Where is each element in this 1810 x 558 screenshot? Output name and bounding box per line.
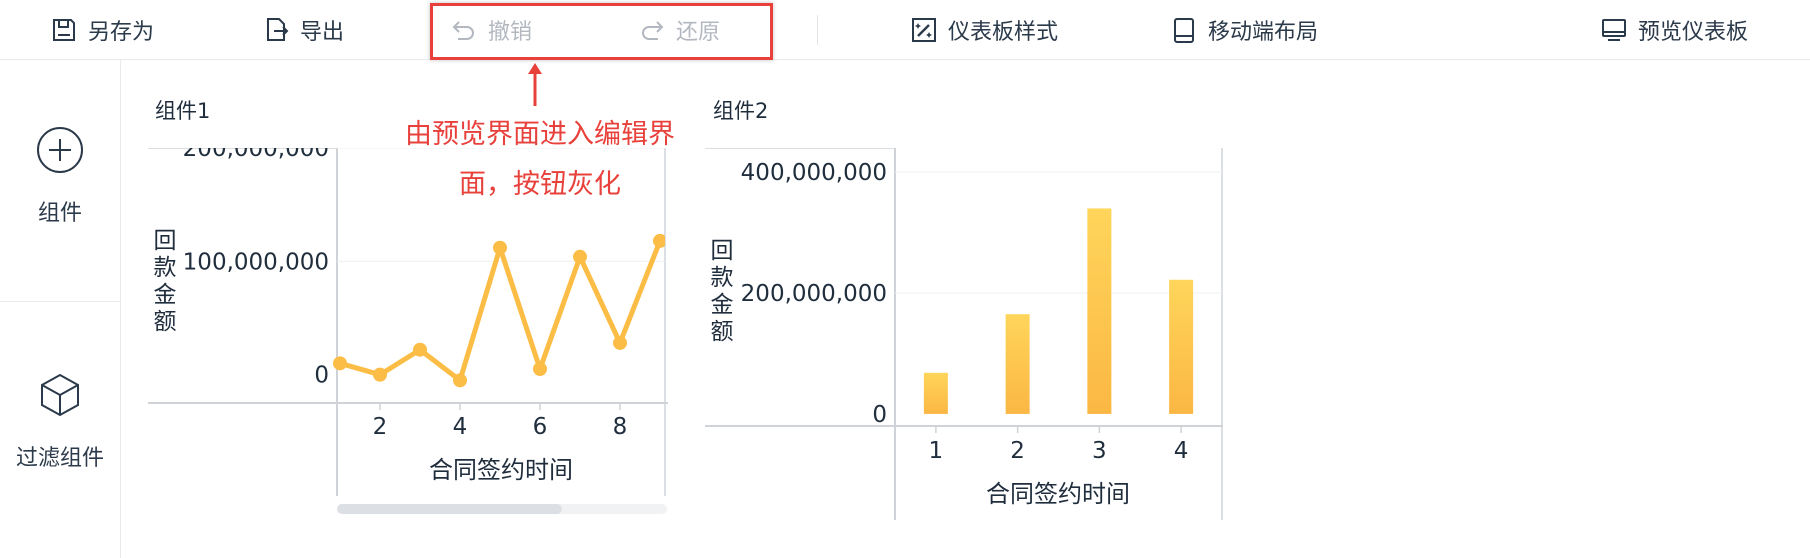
- filter-components-button[interactable]: 过滤组件: [0, 372, 120, 472]
- bar-chart-svg: 0 200,000,000 400,000,000 1 2 3 4 合同签约时间: [705, 147, 1223, 520]
- tablet-icon: [1174, 18, 1194, 43]
- export-icon: [267, 18, 289, 41]
- x-tick-label: 6: [533, 414, 548, 440]
- annotation-highlight-box: [430, 3, 773, 60]
- y-tick-label: 100,000,000: [183, 249, 329, 275]
- save-as-label: 另存为: [88, 20, 155, 45]
- x-tick-label: 4: [1174, 438, 1189, 464]
- y-tick-label: 400,000,000: [741, 160, 887, 186]
- save-icon: [53, 19, 75, 41]
- line-point[interactable]: [573, 249, 587, 264]
- x-tick-label: 2: [1010, 438, 1025, 464]
- line-point[interactable]: [413, 342, 427, 357]
- components-button[interactable]: 组件: [0, 125, 120, 227]
- x-tick-label: 4: [453, 414, 468, 440]
- magic-wand-icon: [912, 18, 936, 42]
- y-axis-label: 回款金额: [708, 238, 736, 346]
- x-axis-label: 合同签约时间: [429, 456, 573, 484]
- line-point[interactable]: [493, 240, 507, 255]
- bar[interactable]: [1169, 279, 1194, 414]
- line-point[interactable]: [333, 356, 347, 371]
- horizontal-scrollbar-thumb[interactable]: [337, 504, 562, 514]
- line-point[interactable]: [453, 373, 467, 388]
- y-tick-label: 0: [314, 363, 329, 389]
- bar[interactable]: [1087, 208, 1112, 414]
- cube-icon: [41, 373, 79, 417]
- export-label: 导出: [300, 20, 345, 45]
- line-chart-svg: 0 100,000,000 200,000,000 2 4 6 8 合同签约时间: [148, 136, 668, 514]
- y-tick-label: 0: [872, 402, 887, 428]
- y-tick-label: 200,000,000: [741, 281, 887, 307]
- x-tick-label: 1: [929, 438, 944, 464]
- mobile-layout-label: 移动端布局: [1208, 20, 1319, 45]
- left-panel-divider: [0, 301, 120, 302]
- annotation-arrow: [528, 63, 542, 106]
- line-point[interactable]: [653, 233, 667, 248]
- x-axis-label: 合同签约时间: [986, 480, 1130, 508]
- line-series: [339, 240, 663, 383]
- filter-components-label: 过滤组件: [15, 446, 104, 471]
- plus-circle-icon: [37, 127, 83, 173]
- toolbar: 另存为 导出 撤销 还原 仪表板样式 移动端布局 预览仪表板: [0, 0, 1810, 60]
- toolbar-separator: [817, 15, 818, 45]
- y-axis-label-text: 回款金额: [153, 228, 177, 335]
- save-as-button[interactable]: 另存为: [50, 12, 154, 48]
- y-axis-label: 回款金额: [151, 228, 179, 336]
- x-tick-label: 2: [373, 414, 388, 440]
- widget-2-chart[interactable]: 0 200,000,000 400,000,000 1 2 3 4 合同签约时间 回款金额: [705, 147, 1225, 524]
- preview-dashboard-label: 预览仪表板: [1638, 20, 1749, 45]
- bar[interactable]: [1005, 314, 1030, 414]
- left-panel: 组件 过滤组件: [0, 60, 121, 558]
- export-button[interactable]: 导出: [262, 12, 344, 48]
- y-tick-label: 200,000,000: [183, 148, 329, 162]
- components-label: 组件: [37, 201, 82, 226]
- monitor-icon: [1602, 19, 1626, 41]
- widget-1-chart[interactable]: 0 100,000,000 200,000,000 2 4 6 8 合同签约时间 回款金额: [148, 136, 668, 522]
- bar[interactable]: [923, 372, 948, 414]
- line-point[interactable]: [373, 367, 387, 382]
- dashboard-style-label: 仪表板样式: [948, 20, 1059, 45]
- preview-dashboard-button[interactable]: 预览仪表板: [1600, 12, 1748, 48]
- widget-1-title: 组件1: [155, 99, 211, 123]
- mobile-layout-button[interactable]: 移动端布局: [1170, 12, 1318, 48]
- x-tick-label: 8: [613, 414, 628, 440]
- x-tick-label: 3: [1092, 438, 1107, 464]
- y-axis-label-text: 回款金额: [710, 238, 734, 345]
- widget-2-title: 组件2: [713, 99, 769, 123]
- line-point[interactable]: [533, 362, 547, 376]
- line-point[interactable]: [613, 335, 627, 350]
- dashboard-style-button[interactable]: 仪表板样式: [910, 12, 1058, 48]
